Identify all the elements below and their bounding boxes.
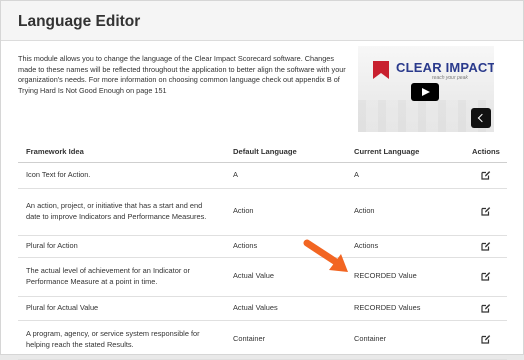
cell-actions [464,162,507,189]
header-current-language: Current Language [346,141,464,163]
edit-icon[interactable] [480,271,491,281]
table-row: A program, agency, or service system res… [18,320,507,360]
edit-icon[interactable] [480,170,491,180]
cell-default: Container [225,320,346,360]
cell-actions [464,235,507,258]
cell-current: Actions [346,235,464,258]
header-framework-idea: Framework Idea [18,141,225,163]
chevron-left-icon[interactable] [471,108,491,128]
logo-text: CLEAR IMPACT [396,60,494,75]
language-editor-panel: Language Editor This module allows you t… [0,0,524,360]
cell-actions [464,188,507,236]
cell-current: RECORDED Value [346,257,464,297]
cell-actions [464,320,507,360]
cell-current: Container [346,320,464,360]
cell-idea: The actual level of achievement for an I… [18,257,225,297]
table-row: The actual level of achievement for an I… [18,257,507,297]
table-row: Icon Text for Action. A A [18,162,507,189]
cell-default: Action [225,188,346,236]
play-icon[interactable] [411,83,439,101]
table-row: An action, project, or initiative that h… [18,188,507,236]
logo-text-clear: CLEAR [396,60,446,75]
logo-mark-icon [373,61,389,79]
annotation-arrow-icon [303,239,348,272]
table-row: Plural for Action Actions Actions [18,235,507,258]
cell-current: RECORDED Values [346,296,464,321]
header-actions: Actions [464,141,507,163]
edit-icon[interactable] [480,334,491,344]
header-default-language: Default Language [225,141,346,163]
cell-idea: An action, project, or initiative that h… [18,188,225,236]
cell-idea: Icon Text for Action. [18,162,225,189]
cell-idea: Plural for Actual Value [18,296,225,321]
cell-actions [464,257,507,297]
table-header-row: Framework Idea Default Language Current … [18,141,507,163]
cell-current: A [346,162,464,189]
edit-icon[interactable] [480,303,491,313]
logo-text-impact: IMPACT [445,60,494,75]
cell-current: Action [346,188,464,236]
panel-header: Language Editor [1,1,523,41]
cell-default: Actual Values [225,296,346,321]
intro-text: This module allows you to change the lan… [18,54,346,95]
language-table: Framework Idea Default Language Current … [18,141,507,360]
edit-icon[interactable] [480,206,491,216]
cell-default: A [225,162,346,189]
cell-idea: A program, agency, or service system res… [18,320,225,360]
cell-actions [464,296,507,321]
logo-tagline: reach your peak [432,75,468,81]
table-row: Plural for Actual Value Actual Values RE… [18,296,507,321]
cell-idea: Plural for Action [18,235,225,258]
edit-icon[interactable] [480,241,491,251]
page-title: Language Editor [18,13,141,30]
